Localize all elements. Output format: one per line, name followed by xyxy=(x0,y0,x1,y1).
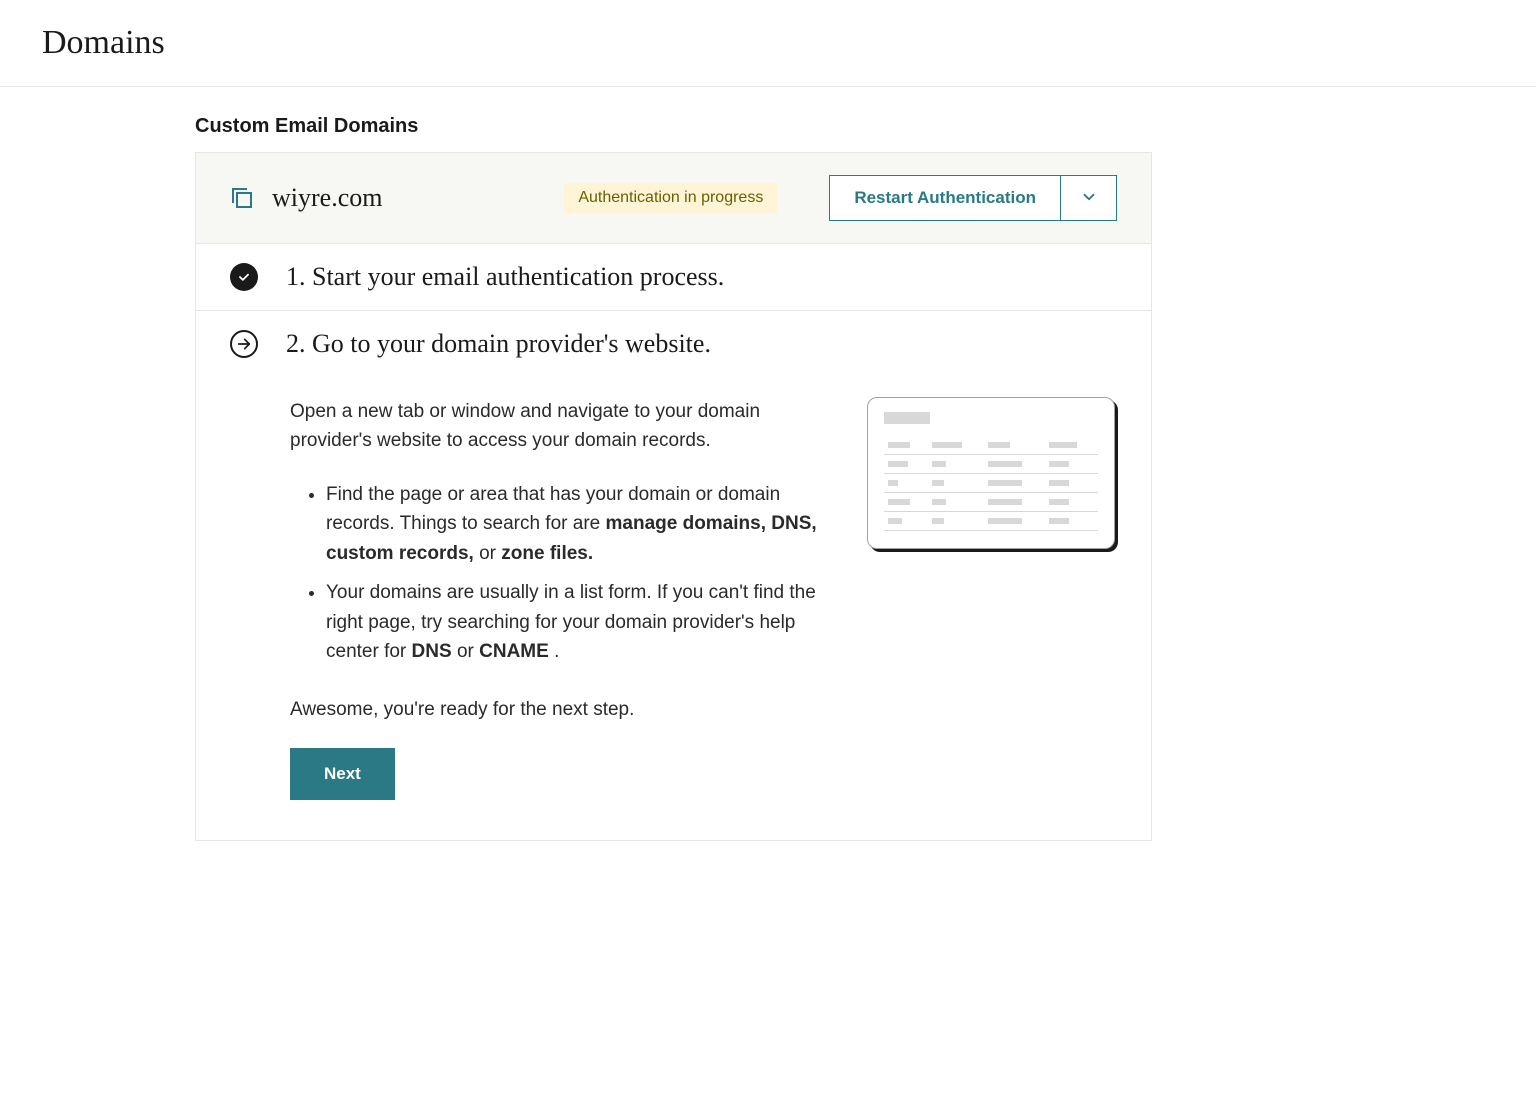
domain-header: wiyre.com Authentication in progress Res… xyxy=(196,153,1151,244)
section-heading: Custom Email Domains xyxy=(195,115,1152,138)
page-title: Domains xyxy=(0,0,1536,87)
arrow-right-circle-icon xyxy=(230,330,258,358)
step-1-title: 1. Start your email authentication proce… xyxy=(286,262,724,292)
step-1-row[interactable]: 1. Start your email authentication proce… xyxy=(196,244,1151,311)
step-2-ready: Awesome, you're ready for the next step. xyxy=(290,695,827,724)
check-circle-icon xyxy=(230,263,258,291)
next-button[interactable]: Next xyxy=(290,748,395,800)
step-2-row[interactable]: 2. Go to your domain provider's website. xyxy=(196,311,1151,371)
domain-icon xyxy=(230,186,254,210)
domain-card: wiyre.com Authentication in progress Res… xyxy=(195,152,1152,841)
restart-authentication-button[interactable]: Restart Authentication xyxy=(829,175,1061,221)
records-illustration xyxy=(867,397,1117,800)
restart-authentication-dropdown[interactable] xyxy=(1061,175,1117,221)
status-badge: Authentication in progress xyxy=(564,183,777,213)
domain-name: wiyre.com xyxy=(272,183,382,213)
step-2-intro: Open a new tab or window and navigate to… xyxy=(290,397,827,456)
step-2-body: Open a new tab or window and navigate to… xyxy=(196,371,1151,840)
step-2-bullet-2: Your domains are usually in a list form.… xyxy=(326,578,827,666)
chevron-down-icon xyxy=(1080,188,1098,209)
restart-auth-group: Restart Authentication xyxy=(829,175,1117,221)
step-2-title: 2. Go to your domain provider's website. xyxy=(286,329,711,359)
step-2-bullet-1: Find the page or area that has your doma… xyxy=(326,480,827,568)
